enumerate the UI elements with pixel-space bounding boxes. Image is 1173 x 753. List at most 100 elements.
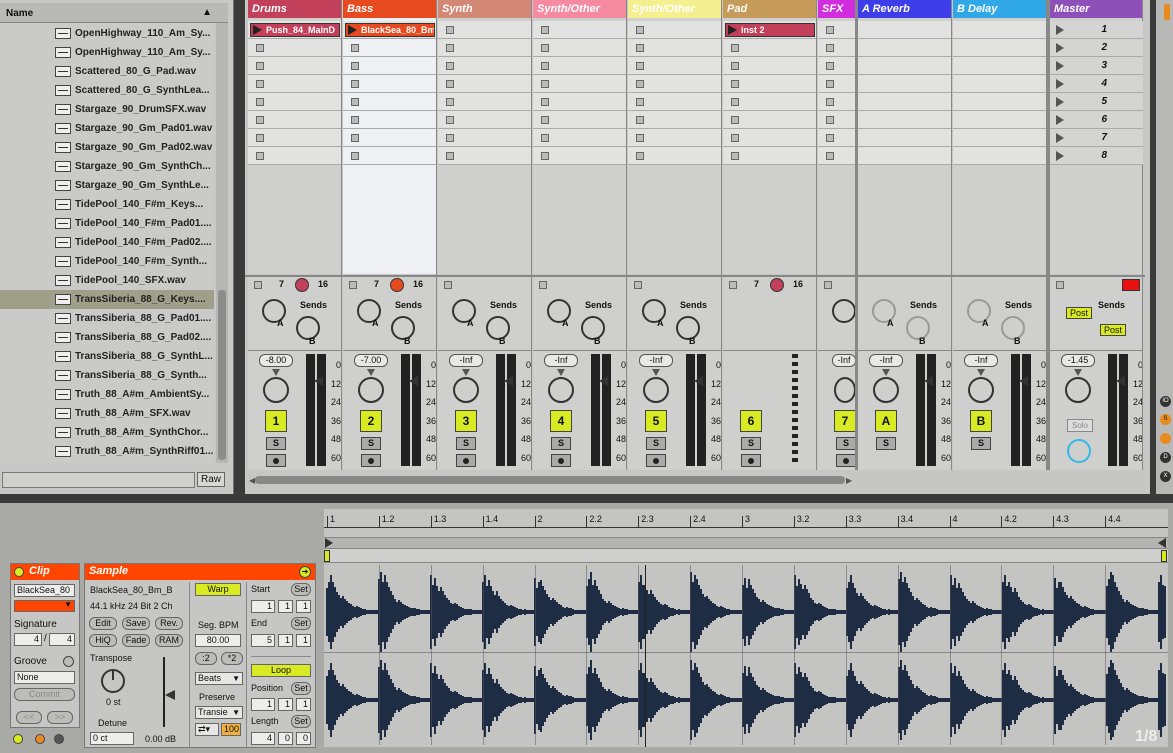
scene-launch-icon[interactable] [1056,115,1064,125]
envelopes-icon[interactable] [35,734,45,744]
loop-mode-select[interactable]: ⇄▾ [195,723,219,736]
volume-fader-icon[interactable] [599,376,608,386]
overview-toggle-icon[interactable] [1164,4,1170,20]
pan-knob[interactable] [873,377,899,403]
loop-brace-lane[interactable] [324,549,1168,563]
list-item[interactable]: TransSiberia_88_G_SynthL... [0,347,214,366]
clip-slot[interactable] [858,129,952,147]
clip-stop-button[interactable] [541,26,549,34]
clip-slot[interactable] [818,93,856,111]
send-b-knob[interactable] [1001,316,1025,340]
clip-slot[interactable] [818,39,856,57]
track-stop-button[interactable] [539,281,547,289]
crossfader-toggle-icon[interactable]: X [1160,471,1171,482]
record-arm-button[interactable] [456,454,476,467]
nav-right-button[interactable]: >> [47,711,73,724]
list-item[interactable]: TransSiberia_88_G_Keys.... [0,290,214,309]
io-toggle-icon[interactable]: IO [1160,396,1171,407]
list-item[interactable]: OpenHighway_110_Am_Sy... [0,43,214,62]
clip-slot[interactable] [818,111,856,129]
track-activator-button[interactable]: 4 [550,410,572,432]
scene-launch[interactable]: 6 [1050,111,1143,129]
list-item[interactable]: Stargaze_90_Gm_Pad02.wav [0,138,214,157]
track-header[interactable]: Synth/Other [628,0,722,18]
volume-field[interactable]: -7.00 [354,354,388,367]
clip-stop-button[interactable] [541,134,549,142]
scroll-right-icon[interactable]: ▶ [846,476,852,485]
clip-stop-button[interactable] [351,62,359,70]
list-item[interactable]: OpenHighway_110_Am_Sy... [0,24,214,43]
save-button[interactable]: Save [122,617,150,630]
clip-slot[interactable] [858,57,952,75]
clip-slot[interactable] [858,21,952,39]
clip-stop-button[interactable] [826,134,834,142]
volume-field[interactable]: -Inf [639,354,673,367]
volume-fader-icon[interactable] [1019,376,1028,386]
clip-slot[interactable] [818,21,856,39]
start-bar-field[interactable]: 1 [251,600,275,613]
sample-toggle-icon[interactable] [54,734,64,744]
volume-field[interactable]: -Inf [869,354,903,367]
clip[interactable]: BlackSea_80_Bm [345,23,435,37]
list-item[interactable]: TransSiberia_88_G_Pad01.... [0,309,214,328]
loop-end-brace[interactable] [1161,550,1167,562]
pan-knob[interactable] [453,377,479,403]
sends-toggle-icon[interactable]: S [1160,414,1171,425]
send-b-knob[interactable] [486,316,510,340]
position-beat-field[interactable]: 1 [278,698,293,711]
loop-button[interactable]: Loop [251,664,311,677]
clip-stop-button[interactable] [541,44,549,52]
solo-button[interactable]: S [876,437,896,450]
clip-stop-button[interactable] [826,44,834,52]
track-header[interactable]: Drums [248,0,342,18]
track-stop-button[interactable] [349,281,357,289]
signature-denominator[interactable]: 4 [49,633,75,646]
clip-stop-button[interactable] [636,152,644,160]
record-arm-icon[interactable] [1122,279,1140,291]
clip-stop-button[interactable] [256,80,264,88]
volume-field[interactable]: -Inf [449,354,483,367]
pan-knob[interactable] [548,377,574,403]
track-stop-button[interactable] [444,281,452,289]
halve-button[interactable]: :2 [195,652,217,665]
edit-button[interactable]: Edit [89,617,117,630]
clip-slot[interactable] [953,93,1047,111]
length-beat-field[interactable]: 0 [278,732,293,745]
delay-toggle-icon[interactable]: D [1160,452,1171,463]
scene-launch-icon[interactable] [1056,151,1064,161]
end-marker-icon[interactable] [1158,538,1166,548]
record-arm-button[interactable] [551,454,571,467]
clip-stop-button[interactable] [351,80,359,88]
detune-field[interactable]: 0 ct [90,732,134,745]
stop-all-clips-button[interactable] [1056,281,1064,289]
clip-stop-button[interactable] [731,134,739,142]
record-arm-button[interactable] [836,454,856,467]
list-item[interactable]: Truth_88_A#m_AmbientSy... [0,385,214,404]
send-a-knob[interactable] [832,299,856,323]
track-header[interactable]: B Delay [953,0,1047,18]
monitor-icon[interactable] [295,278,309,292]
volume-fader-icon[interactable] [409,376,418,386]
clip-stop-button[interactable] [636,116,644,124]
list-item[interactable]: TidePool_140_F#m_Pad02.... [0,233,214,252]
clip-slot[interactable] [953,75,1047,93]
solo-button[interactable]: S [456,437,476,450]
clip-stop-button[interactable] [446,116,454,124]
scene-launch-icon[interactable] [1056,43,1064,53]
track-activator-button[interactable]: 7 [834,410,856,432]
scene-launch-icon[interactable] [1056,61,1064,71]
clip-stop-button[interactable] [636,44,644,52]
fade-button[interactable]: Fade [122,634,150,647]
clip-slot[interactable] [818,129,856,147]
scene-launch[interactable]: 8 [1050,147,1143,165]
scene-launch-icon[interactable] [1056,97,1064,107]
list-item[interactable]: Stargaze_90_Gm_SynthLe... [0,176,214,195]
solo-button[interactable]: S [361,437,381,450]
volume-fader-icon[interactable] [924,376,933,386]
clip-stop-button[interactable] [541,98,549,106]
volume-fader-icon[interactable] [314,376,323,386]
transpose-knob[interactable] [101,669,125,693]
track-stop-button[interactable] [824,281,832,289]
ram-button[interactable]: RAM [155,634,183,647]
end-set-button[interactable]: Set [291,617,311,630]
